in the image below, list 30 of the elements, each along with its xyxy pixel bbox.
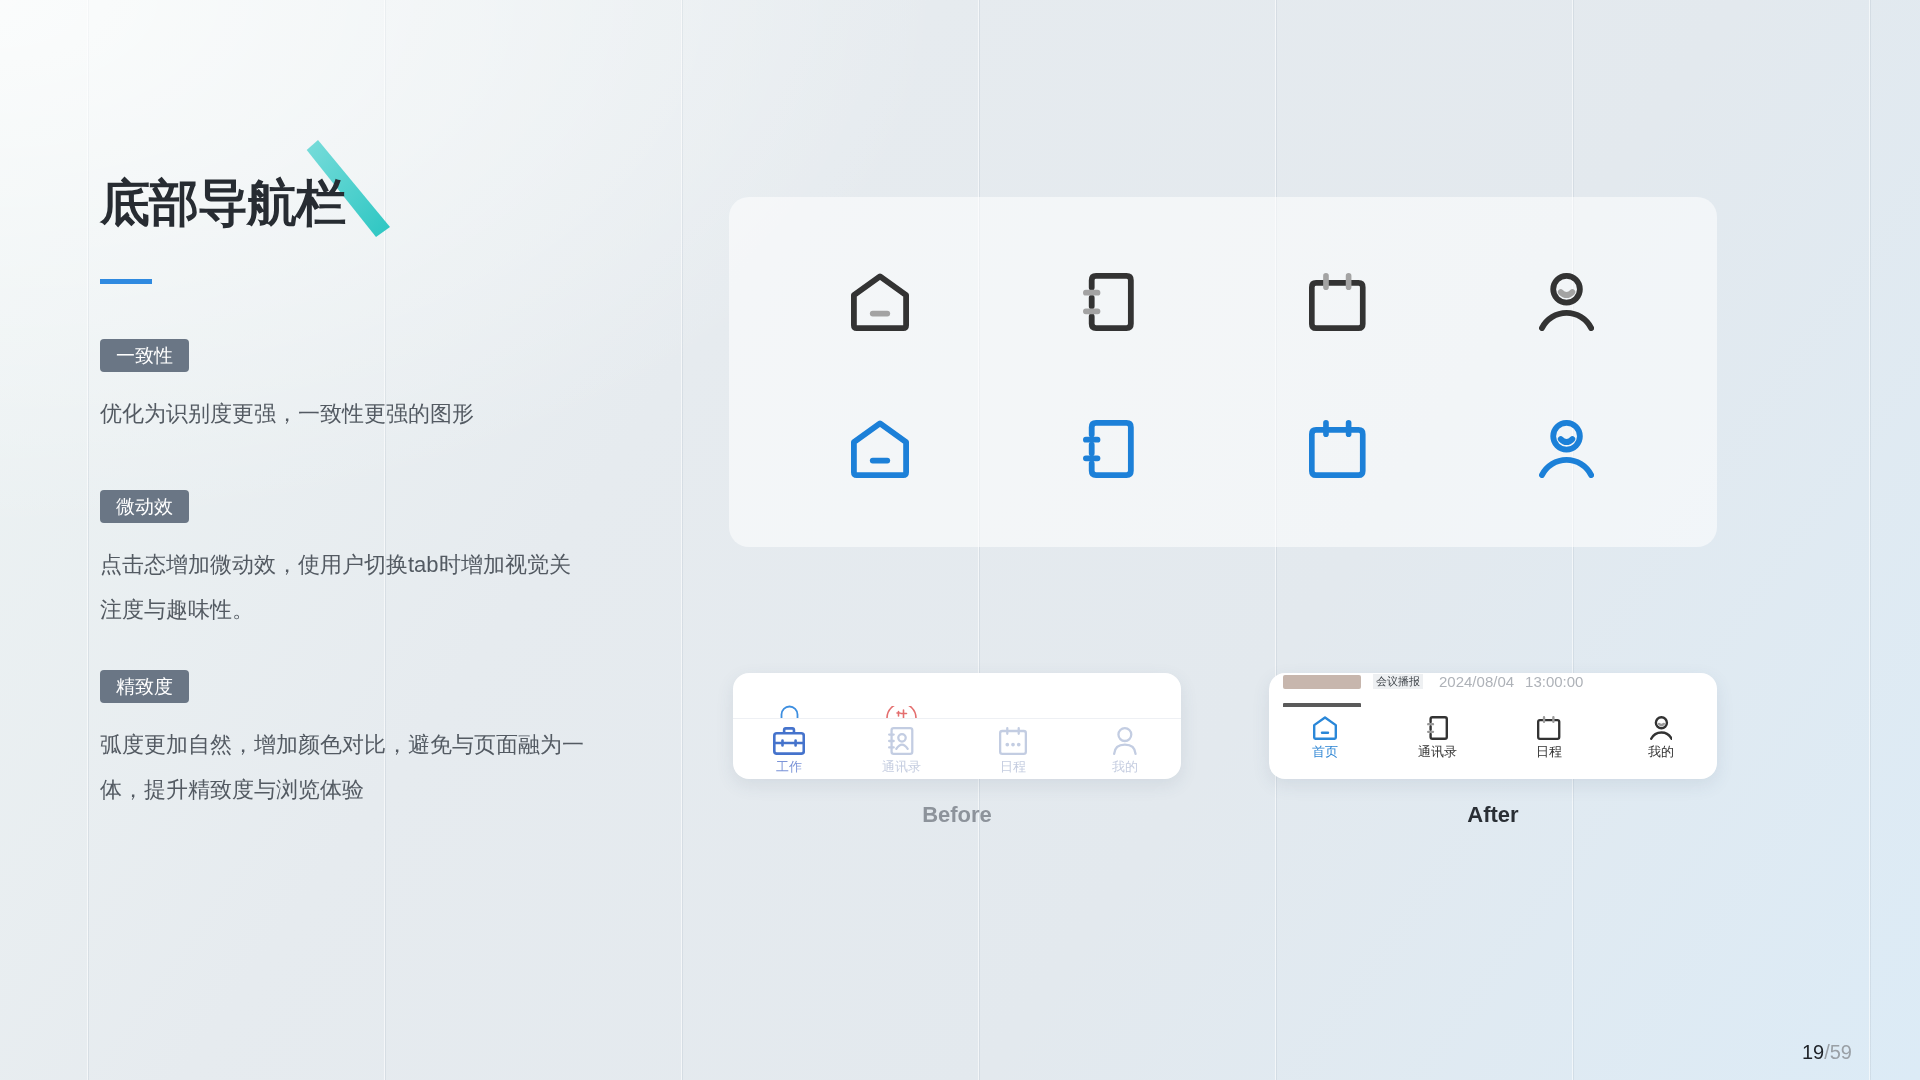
section-description: 点击态增加微动效，使用户切换tab时增加视觉关注度与趣味性。 bbox=[100, 551, 572, 624]
section-tag: 微动效 bbox=[100, 490, 189, 523]
slide-title: 底部导航栏 bbox=[100, 178, 345, 228]
nav-tab[interactable]: 日程 bbox=[1536, 716, 1562, 760]
partial-icon bbox=[779, 705, 799, 718]
section-description: 优化为识别度更强，一致性更强的图形 bbox=[100, 400, 475, 428]
comparison-caption: After bbox=[1467, 804, 1519, 826]
partial-icon bbox=[885, 706, 917, 718]
briefcase-icon bbox=[772, 727, 806, 755]
contact-card-icon bbox=[888, 727, 914, 755]
news-tag: 会议播报 bbox=[1373, 674, 1423, 689]
nav-tab[interactable]: 通讯录 bbox=[1417, 716, 1457, 760]
section-tag: 精致度 bbox=[100, 670, 189, 703]
news-date: 2024/08/04 bbox=[1439, 674, 1515, 689]
nav-tab[interactable]: 我的 bbox=[1648, 716, 1674, 760]
accent-bar bbox=[100, 279, 152, 284]
news-time: 13:00:00 bbox=[1525, 674, 1584, 689]
person-icon bbox=[1649, 716, 1673, 740]
person-icon bbox=[1113, 727, 1137, 755]
section-tag: 一致性 bbox=[100, 339, 189, 372]
total-page-count: /59 bbox=[1824, 1041, 1852, 1063]
home-icon bbox=[1313, 716, 1337, 740]
current-page-number: 19 bbox=[1801, 1041, 1825, 1063]
nav-tab[interactable]: 首页 bbox=[1312, 716, 1338, 760]
section-description: 弧度更加自然，增加颜色对比，避免与页面融为一体，提升精致度与浏览体验 bbox=[100, 731, 585, 804]
nav-tab[interactable]: 工作 bbox=[772, 727, 806, 775]
comparison-caption: Before bbox=[922, 804, 992, 826]
notebook-icon bbox=[1426, 716, 1448, 740]
calendar-icon bbox=[1537, 716, 1561, 740]
calendar-icon bbox=[999, 727, 1027, 755]
